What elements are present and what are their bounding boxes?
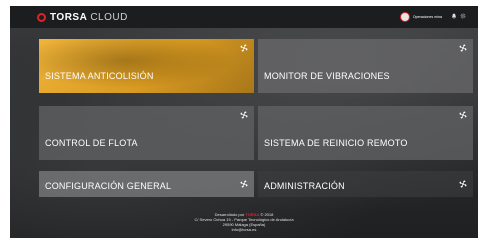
tile-configuracion-general[interactable]: CONFIGURACIÓN GENERAL bbox=[39, 171, 254, 197]
tile-monitor-de-vibraciones[interactable]: MONITOR DE VIBRACIONES bbox=[258, 39, 473, 93]
fan-icon bbox=[240, 111, 248, 119]
brand-sub: CLOUD bbox=[90, 11, 128, 23]
fan-icon bbox=[459, 111, 467, 119]
user-menu: Operaciones mina bbox=[399, 12, 466, 22]
tile-label: ADMINISTRACIÓN bbox=[264, 181, 345, 191]
top-bar: TORSA CLOUD Operaciones mina bbox=[10, 6, 478, 28]
tile-label: CONFIGURACIÓN GENERAL bbox=[45, 181, 172, 191]
bell-icon[interactable] bbox=[451, 13, 457, 21]
tile-label: MONITOR DE VIBRACIONES bbox=[264, 71, 390, 81]
fan-icon bbox=[459, 44, 467, 52]
user-avatar[interactable] bbox=[399, 12, 410, 22]
fan-icon bbox=[240, 44, 248, 52]
tile-control-de-flota[interactable]: CONTROL DE FLOTA bbox=[39, 106, 254, 160]
brand-logo[interactable]: TORSA CLOUD bbox=[37, 12, 128, 23]
brand-name: TORSA bbox=[50, 11, 88, 23]
tile-label: SISTEMA DE REINICIO REMOTO bbox=[264, 138, 408, 148]
app-window: TORSA CLOUD Operaciones mina SISTEMA ANT… bbox=[10, 6, 478, 238]
gear-icon[interactable] bbox=[460, 13, 466, 21]
torsa-logo-icon bbox=[37, 12, 46, 22]
tile-administracion[interactable]: ADMINISTRACIÓN bbox=[258, 171, 473, 197]
tile-label: SISTEMA ANTICOLISIÓN bbox=[45, 71, 154, 81]
tile-label: CONTROL DE FLOTA bbox=[45, 138, 138, 148]
fan-icon bbox=[240, 180, 248, 188]
footer-email[interactable]: info@torsa.es bbox=[10, 227, 478, 232]
user-name[interactable]: Operaciones mina bbox=[413, 15, 442, 19]
tile-sistema-de-reinicio-remoto[interactable]: SISTEMA DE REINICIO REMOTO bbox=[258, 106, 473, 160]
footer: Desarrollado por TORSA © 2018 C/ Severo … bbox=[10, 212, 478, 232]
tile-sistema-anticolision[interactable]: SISTEMA ANTICOLISIÓN bbox=[39, 39, 254, 93]
fan-icon bbox=[459, 180, 467, 188]
